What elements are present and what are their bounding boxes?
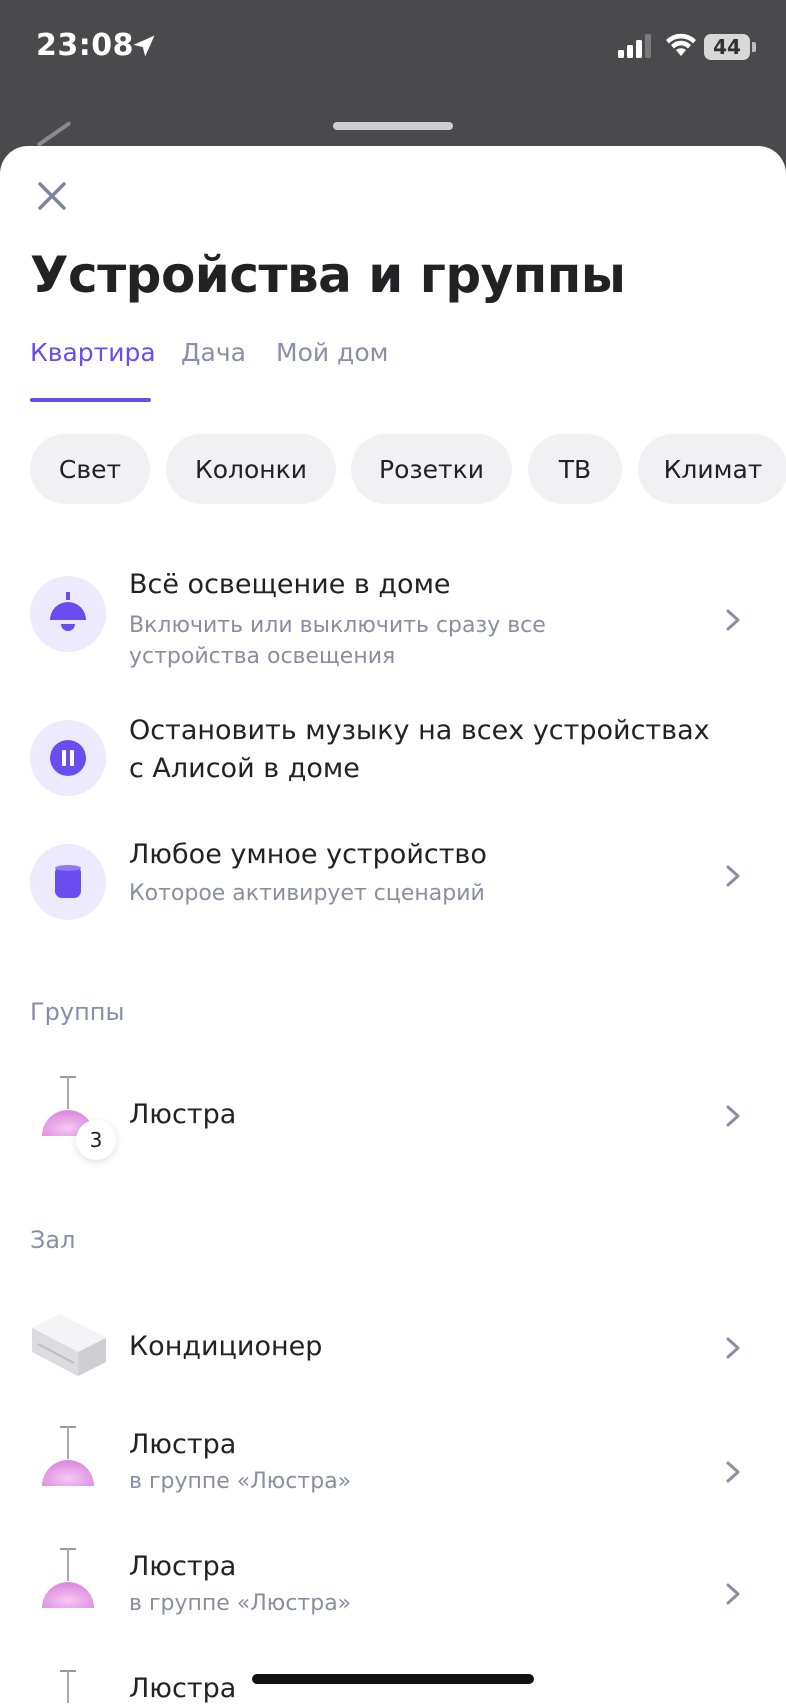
sheet-grabber[interactable] [333,122,453,130]
home-indicator[interactable] [252,1674,534,1684]
chip-label: Колонки [194,454,307,484]
device-row-conditioner[interactable]: Кондиционер [0,1304,786,1414]
chip-klimat[interactable]: Климат [638,434,786,504]
row-subtitle: Включить или выключить сразу все [129,613,546,638]
chip-label: Климат [663,454,763,484]
chip-kolonki[interactable]: Колонки [166,434,336,504]
chip-label: Свет [58,454,122,484]
device-row-lyustra-2[interactable]: Люстра в группе «Люстра» [0,1548,786,1658]
chevron-right-icon [726,1583,740,1605]
location-arrow-icon [133,35,155,57]
chevron-right-icon [726,1337,740,1359]
section-label-room: Зал [30,1226,76,1254]
pause-icon [30,720,106,796]
section-label-groups: Группы [30,998,125,1026]
chandelier-icon [60,1670,76,1703]
battery-level: 44 [713,35,741,59]
page-title: Устройства и группы [30,246,626,304]
chevron-right-icon [726,609,740,631]
row-title: Остановить музыку на всех устройствах [129,715,710,746]
action-stop-music[interactable]: Остановить музыку на всех устройствах с … [0,712,786,822]
status-bar: 23:08 44 [0,0,786,100]
category-chips: Свет Колонки Розетки ТВ Климат [30,434,786,504]
device-row-lyustra-1[interactable]: Люстра в группе «Люстра» [0,1426,786,1536]
row-title: Кондиционер [129,1331,323,1362]
row-subtitle: в группе «Люстра» [129,1591,352,1616]
chevron-right-icon [726,1105,740,1127]
ceiling-lamp-icon [30,576,106,652]
row-subtitle-line2: устройства освещения [129,644,396,669]
tab-dacha[interactable]: Дача [181,338,246,367]
row-title: Люстра [129,1099,237,1130]
air-conditioner-icon [32,1314,106,1376]
close-icon[interactable] [30,174,74,218]
chip-label: ТВ [558,454,592,484]
chevron-right-icon [726,1461,740,1483]
chip-rozetki[interactable]: Розетки [351,434,512,504]
group-count: 3 [89,1128,103,1152]
row-title: Всё освещение в доме [129,569,451,600]
group-count-badge: 3 [76,1120,116,1160]
row-title: Любое умное устройство [129,839,487,870]
tab-kvartira[interactable]: Квартира [30,338,156,367]
active-tab-indicator [30,398,151,402]
row-title: Люстра [129,1551,237,1582]
cellular-signal-icon [618,34,651,58]
background-back-hint [36,120,72,148]
battery-nub [752,42,756,52]
chandelier-icon [42,1426,94,1486]
chip-tv[interactable]: ТВ [528,434,622,504]
chevron-right-icon [726,865,740,887]
row-title: Люстра [129,1673,237,1704]
chip-label: Розетки [379,454,484,484]
chandelier-icon [42,1548,94,1608]
row-subtitle: в группе «Люстра» [129,1469,352,1494]
status-time: 23:08 [36,28,134,63]
row-subtitle: Которое активирует сценарий [129,881,485,906]
devices-sheet: Устройства и группы Квартира Дача Мой до… [0,146,786,1704]
smart-device-icon [30,844,106,920]
group-row-lyustra[interactable]: 3 Люстра [0,1076,786,1186]
action-any-smart-device[interactable]: Любое умное устройство Которое активируе… [0,836,786,946]
tab-moy-dom[interactable]: Мой дом [276,338,389,367]
row-title: Люстра [129,1429,237,1460]
action-all-lights[interactable]: Всё освещение в доме Включить или выключ… [0,566,786,676]
battery-icon: 44 [704,34,750,60]
row-title-line2: с Алисой в доме [129,753,360,784]
chip-svet[interactable]: Свет [30,434,150,504]
wifi-icon [666,33,696,56]
